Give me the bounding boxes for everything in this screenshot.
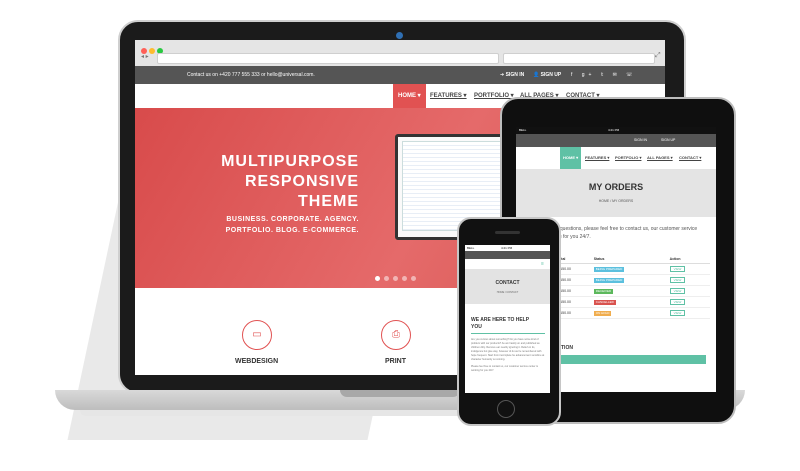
hero-title: MULTIPURPOSE RESPONSIVE THEME [221, 153, 359, 210]
contact-info: Contact us on +420 777 555 333 or hello@… [187, 72, 315, 78]
phone-page-title: CONTACT [495, 280, 520, 286]
social-icons[interactable]: f g+ 𝕥 ✉ ☏ [571, 72, 636, 78]
phone-body-text: Are you curious about something? Do you … [471, 338, 545, 372]
service-print: PRINT [385, 358, 406, 365]
back-forward-icon[interactable]: ◂ ▸ [141, 53, 149, 60]
col-action: Action [668, 255, 710, 264]
view-order-button[interactable]: VIEW [669, 266, 686, 272]
printer-icon: ⎙ [381, 320, 411, 350]
status-badge: CANCELLED [593, 299, 616, 305]
status-badge: BEING PREPARED [593, 277, 625, 283]
tablet-signin[interactable]: SIGN IN [634, 138, 647, 142]
tablet-page-title: MY ORDERS [588, 182, 644, 192]
hero-subtitle: BUSINESS. CORPORATE. AGENCY. PORTFOLIO. … [225, 216, 359, 234]
tablet-nav: HOME ▾ FEATURES ▾ PORTFOLIO ▾ ALL PAGES … [516, 147, 716, 170]
phone-heading: WE ARE HERE TO HELP YOU [471, 317, 530, 330]
address-bar[interactable] [157, 53, 499, 64]
status-badge: ON HOLD [593, 310, 612, 316]
phone-home-button[interactable] [497, 400, 515, 418]
phone-screen: BELL 4:21 PM ≡ CONTACT HOME / CONTACT WE… [465, 245, 550, 393]
laptop-notch [340, 390, 460, 397]
tablet-green-bar [561, 355, 706, 364]
tablet-section-title: TION [561, 345, 573, 351]
view-order-button[interactable]: VIEW [669, 299, 686, 305]
order-total: $ 150.00 [556, 307, 593, 319]
phone-topbar [465, 251, 550, 259]
signin-link[interactable]: ➜ SIGN IN [500, 72, 524, 78]
tablet-status-bar: BELL 4:21 PM [516, 127, 716, 134]
tablet-signup[interactable]: SIGN UP [661, 138, 675, 142]
status-badge: BEING PREPARED [593, 266, 625, 272]
order-total: $ 150.00 [556, 285, 593, 297]
monitor-icon: ▭ [242, 320, 272, 350]
phone-speaker [495, 231, 520, 234]
phone-breadcrumb[interactable]: HOME / CONTACT [465, 291, 550, 294]
view-order-button[interactable]: VIEW [669, 277, 686, 283]
nav-home[interactable]: HOME ▾ [393, 84, 426, 108]
col-total: Total [556, 255, 593, 264]
phone-page-banner [465, 269, 550, 304]
order-total: $ 150.00 [556, 296, 593, 308]
status-badge: RECEIVED [593, 288, 614, 294]
browser-search-input[interactable] [503, 53, 655, 64]
laptop-camera [396, 32, 403, 39]
tablet-nav-all-pages[interactable]: ALL PAGES ▾ [644, 147, 676, 169]
tablet-nav-features[interactable]: FEATURES ▾ [582, 147, 612, 169]
col-status: Status [592, 255, 669, 264]
tablet-nav-portfolio[interactable]: PORTFOLIO ▾ [612, 147, 644, 169]
menu-toggle-icon[interactable]: ≡ [541, 261, 544, 267]
tablet-nav-contact[interactable]: CONTACT ▾ [676, 147, 704, 169]
phone-heading-underline [471, 333, 545, 334]
site-topbar: Contact us on +420 777 555 333 or hello@… [135, 66, 665, 84]
nav-features[interactable]: FEATURES ▾ [425, 84, 472, 108]
expand-icon[interactable]: ⤢ [655, 52, 661, 60]
tablet-breadcrumb[interactable]: HOME / MY ORDERS [516, 199, 716, 203]
slider-pagination[interactable] [375, 268, 420, 286]
service-webdesign: WEBDESIGN [235, 358, 279, 365]
tablet-topbar: SIGN IN SIGN UP [516, 134, 716, 147]
minimize-window-dot-icon[interactable] [149, 48, 155, 54]
tablet-page-banner [516, 169, 716, 217]
view-order-button[interactable]: VIEW [669, 310, 686, 316]
tablet-nav-home[interactable]: HOME ▾ [560, 147, 582, 169]
order-total: $ 150.00 [556, 263, 593, 275]
order-total: $ 150.00 [556, 274, 593, 286]
browser-toolbar: ◂ ▸ ⤢ [135, 40, 665, 67]
signup-link[interactable]: 👤 SIGN UP [533, 72, 561, 78]
view-order-button[interactable]: VIEW [669, 288, 686, 294]
